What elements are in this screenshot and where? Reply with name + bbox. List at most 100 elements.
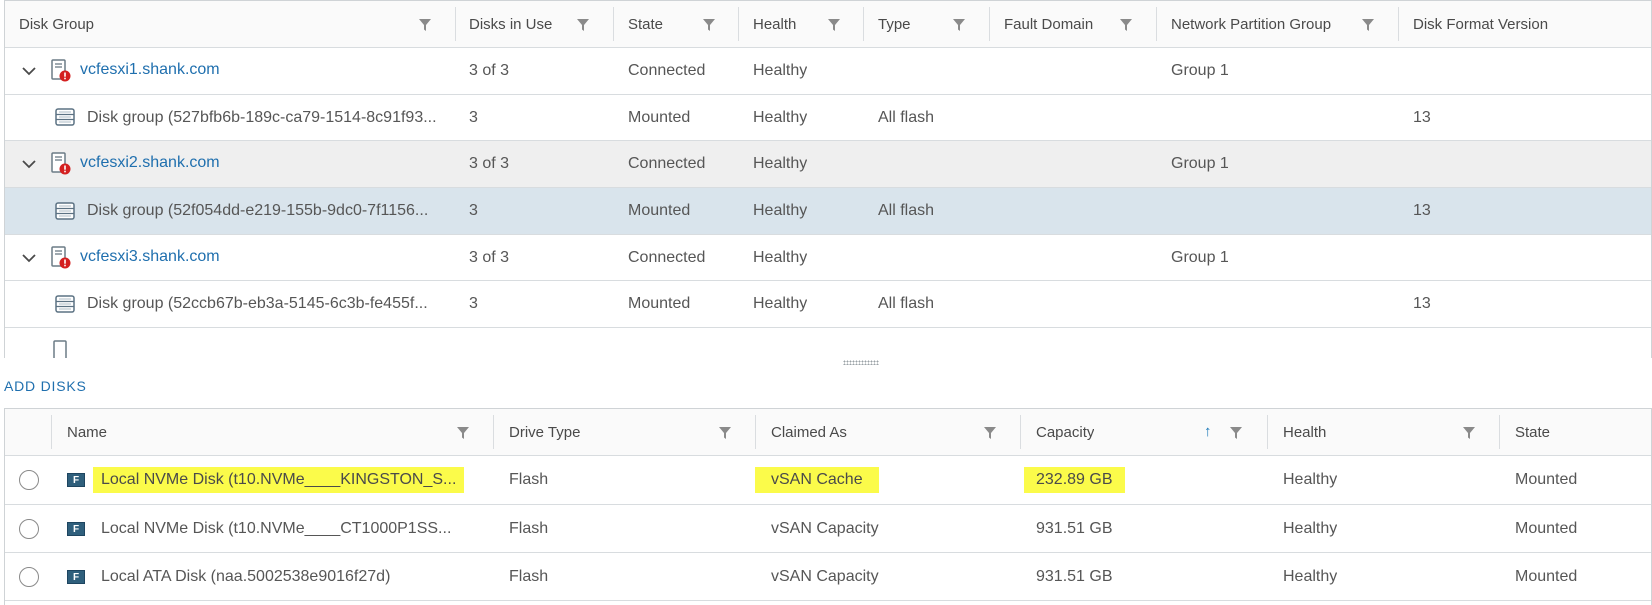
state-cell: Connected [628,62,706,79]
host-row[interactable]: vcfesxi2.shank.com 3 of 3 Connected Heal… [5,141,1651,188]
chevron-down-icon[interactable] [19,154,39,174]
column-divider[interactable] [1267,415,1268,449]
flash-disk-badge-icon: F [67,522,85,536]
disks-in-use-cell: 3 [469,108,478,126]
health-cell: Healthy [753,108,808,126]
host-name-link[interactable]: vcfesxi2.shank.com [80,141,220,185]
filter-icon[interactable] [1229,426,1243,440]
filter-icon[interactable] [702,18,716,32]
capacity-cell: 931.51 GB [1036,519,1113,537]
column-header-type[interactable]: Type [878,1,911,47]
filter-icon[interactable] [1119,18,1133,32]
column-divider[interactable] [989,7,990,41]
filter-icon[interactable] [456,426,470,440]
disk-stack-icon [55,294,75,319]
capacity-highlighted: 232.89 GB [1024,467,1125,493]
column-header-health[interactable]: Health [753,1,796,47]
column-divider[interactable] [1020,415,1021,449]
column-divider[interactable] [755,415,756,449]
column-header-state[interactable]: State [628,1,663,47]
disk-name-cell: Local NVMe Disk (t10.NVMe____CT1000P1SS.… [101,519,452,537]
disks-header-row: Name Drive Type Claimed As Capacity ↑ He… [5,409,1651,456]
claimed-as-cell: vSAN Capacity [771,519,879,537]
filter-icon[interactable] [827,18,841,32]
host-row[interactable]: vcfesxi3.shank.com 3 of 3 Connected Heal… [5,235,1651,281]
filter-icon[interactable] [952,18,966,32]
row-select-radio[interactable] [19,567,39,587]
disk-format-version-cell: 13 [1413,202,1431,219]
row-select-radio[interactable] [19,470,39,490]
disk-format-version-cell: 13 [1413,295,1431,312]
disk-row[interactable]: F Local NVMe Disk (t10.NVMe____CT1000P1S… [5,505,1651,553]
disk-name-highlighted: Local NVMe Disk (t10.NVMe____KINGSTON_S.… [93,467,465,493]
health-cell: Healthy [753,295,808,312]
column-divider[interactable] [613,7,614,41]
health-cell: Healthy [753,202,808,219]
column-header-network-partition-group[interactable]: Network Partition Group [1171,1,1331,47]
column-divider[interactable] [1499,415,1500,449]
column-header-claimed-as[interactable]: Claimed As [771,409,847,455]
chevron-down-icon[interactable] [19,248,39,268]
column-divider[interactable] [1398,7,1399,41]
disk-row[interactable]: F Local ATA Disk (naa.5002538e9016f27d) … [5,553,1651,601]
disk-group-row[interactable]: Disk group (527bfb6b-189c-ca79-1514-8c91… [5,95,1651,141]
disks-in-use-cell: 3 of 3 [469,248,510,266]
arrow-up-icon[interactable]: ↑ [1204,424,1212,439]
host-name-link[interactable]: vcfesxi1.shank.com [80,48,220,92]
capacity-cell: 931.51 GB [1036,567,1113,585]
type-cell: All flash [878,295,935,312]
flash-disk-badge-icon: F [67,570,85,584]
disks-in-use-cell: 3 [469,202,478,219]
column-header-name[interactable]: Name [67,409,107,455]
column-header-state[interactable]: State [1515,409,1550,455]
pane-resize-handle[interactable] [843,360,879,365]
column-header-disk-format-version[interactable]: Disk Format Version [1413,1,1548,47]
state-cell: Mounted [628,295,691,312]
column-header-disk-group[interactable]: Disk Group [19,1,94,47]
type-cell: All flash [878,108,935,126]
column-header-health[interactable]: Health [1283,409,1326,455]
disk-group-row[interactable]: Disk group (52ccb67b-eb3a-5145-6c3b-fe45… [5,281,1651,328]
drive-type-cell: Flash [509,519,549,537]
column-header-fault-domain[interactable]: Fault Domain [1004,1,1093,47]
filter-icon[interactable] [1462,426,1476,440]
column-divider[interactable] [51,415,52,449]
column-divider[interactable] [863,7,864,41]
column-header-capacity[interactable]: Capacity [1036,409,1094,455]
column-divider[interactable] [493,415,494,449]
filter-icon[interactable] [983,426,997,440]
health-cell: Healthy [753,248,808,266]
column-divider[interactable] [738,7,739,41]
disks-in-use-cell: 3 [469,295,478,312]
disk-groups-header-row: Disk Group Disks in Use State Health Typ… [5,1,1651,48]
chevron-down-icon[interactable] [19,61,39,81]
disk-name-cell: Local NVMe Disk (t10.NVMe____KINGSTON_S.… [93,456,465,504]
column-header-disks-in-use[interactable]: Disks in Use [469,1,552,47]
host-row[interactable]: vcfesxi1.shank.com 3 of 3 Connected Heal… [5,48,1651,95]
column-divider[interactable] [455,7,456,41]
column-header-drive-type[interactable]: Drive Type [509,409,580,455]
disk-row[interactable]: F Local NVMe Disk (t10.NVMe____KINGSTON_… [5,456,1651,505]
claimed-as-cell: vSAN Cache [755,456,879,504]
filter-icon[interactable] [418,18,432,32]
state-cell: Mounted [1515,471,1578,488]
flash-disk-badge-icon: F [67,473,85,487]
server-alert-icon [50,246,72,275]
disk-stack-icon [55,107,75,132]
filter-icon[interactable] [1361,18,1375,32]
filter-icon[interactable] [718,426,732,440]
health-cell: Healthy [1283,519,1338,537]
filter-icon[interactable] [576,18,590,32]
add-disks-button[interactable]: ADD DISKS [4,378,87,394]
column-divider[interactable] [1156,7,1157,41]
disk-group-row-selected[interactable]: Disk group (52f054dd-e219-155b-9dc0-7f11… [5,188,1651,235]
state-cell: Mounted [1515,519,1578,537]
host-name-link[interactable]: vcfesxi3.shank.com [80,235,220,279]
row-select-radio[interactable] [19,519,39,539]
disk-group-name: Disk group (527bfb6b-189c-ca79-1514-8c91… [87,108,437,126]
disks-in-use-cell: 3 of 3 [469,155,510,172]
drive-type-cell: Flash [509,567,549,585]
capacity-cell: 232.89 GB [1024,456,1125,504]
network-partition-group-cell: Group 1 [1171,248,1229,266]
state-cell: Mounted [628,202,691,219]
